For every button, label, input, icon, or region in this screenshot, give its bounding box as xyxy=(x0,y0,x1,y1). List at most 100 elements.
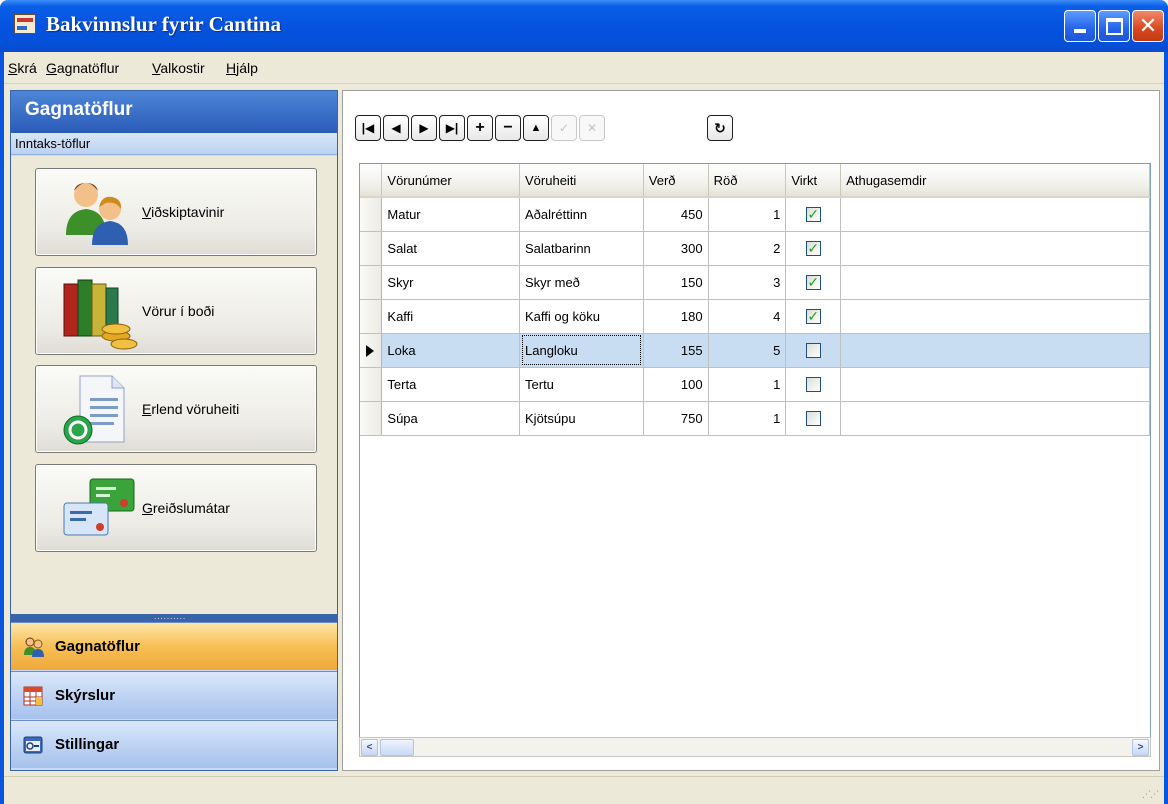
cell-virkt[interactable]: ✓ xyxy=(785,197,842,232)
cell-rod[interactable]: 1 xyxy=(708,197,787,232)
next-record-button[interactable]: ▶ xyxy=(411,115,437,141)
cell-virkt[interactable] xyxy=(785,401,842,436)
virkt-checkbox[interactable] xyxy=(805,343,821,359)
cell-athugasemdir[interactable] xyxy=(840,265,1150,300)
cell-athugasemdir[interactable] xyxy=(840,333,1150,368)
cell-virkt[interactable] xyxy=(785,367,842,402)
cell-rod[interactable]: 4 xyxy=(708,299,787,334)
cell-rod[interactable]: 1 xyxy=(708,367,787,402)
cell-verd[interactable]: 150 xyxy=(643,265,709,300)
cell-vorunumer[interactable]: Skyr xyxy=(381,265,521,300)
table-row[interactable]: Súpa Kjötsúpu 750 1 xyxy=(360,401,1150,436)
nav-tab-gagnatoflur[interactable]: Gagnatöflur xyxy=(11,622,337,670)
cell-voruheiti[interactable]: Kjötsúpu xyxy=(519,401,644,436)
cell-verd[interactable]: 750 xyxy=(643,401,709,436)
scroll-right-button[interactable]: > xyxy=(1132,739,1149,756)
menu-hjalp[interactable]: Hjálp xyxy=(226,60,258,76)
last-record-button[interactable]: ▶| xyxy=(439,115,465,141)
horizontal-scrollbar[interactable]: < > xyxy=(359,737,1151,757)
cell-voruheiti[interactable]: Langloku xyxy=(519,333,644,368)
cell-verd[interactable]: 155 xyxy=(643,333,709,368)
cell-rod[interactable]: 2 xyxy=(708,231,787,266)
row-indicator[interactable] xyxy=(360,401,383,436)
cell-virkt[interactable]: ✓ xyxy=(785,231,842,266)
table-row[interactable]: Terta Tertu 100 1 xyxy=(360,367,1150,402)
row-indicator[interactable] xyxy=(360,299,383,334)
nav-tab-stillingar[interactable]: Stillingar xyxy=(11,720,337,768)
table-row[interactable]: Loka Langloku 155 5 xyxy=(360,333,1150,368)
delete-record-button[interactable]: − xyxy=(495,115,521,141)
scroll-left-button[interactable]: < xyxy=(361,739,378,756)
cell-athugasemdir[interactable] xyxy=(840,231,1150,266)
post-edit-button[interactable]: ✓ xyxy=(551,115,577,141)
foreign-names-button[interactable]: Erlend vöruheiti xyxy=(35,365,317,453)
virkt-checkbox[interactable] xyxy=(805,411,821,427)
row-indicator[interactable] xyxy=(360,231,383,266)
resize-grip[interactable]: ⋰⋰ xyxy=(1142,789,1159,800)
table-row[interactable]: Kaffi Kaffi og köku 180 4 ✓ xyxy=(360,299,1150,334)
virkt-checkbox[interactable] xyxy=(805,377,821,393)
insert-record-button[interactable]: + xyxy=(467,115,493,141)
title-bar[interactable]: Bakvinnslur fyrir Cantina ✕ xyxy=(0,0,1168,52)
row-indicator[interactable] xyxy=(360,333,383,368)
nav-splitter[interactable]: .......... xyxy=(11,613,337,622)
payment-methods-button[interactable]: Greiðslumátar xyxy=(35,464,317,552)
cell-rod[interactable]: 5 xyxy=(708,333,787,368)
menu-skra[interactable]: Skrá xyxy=(8,60,37,76)
cancel-edit-button[interactable]: ✕ xyxy=(579,115,605,141)
customers-button[interactable]: Viðskiptavinir xyxy=(35,168,317,256)
table-row[interactable]: Matur Aðalréttinn 450 1 ✓ xyxy=(360,197,1150,232)
cell-verd[interactable]: 100 xyxy=(643,367,709,402)
prior-record-button[interactable]: ◀ xyxy=(383,115,409,141)
virkt-checkbox[interactable]: ✓ xyxy=(805,275,821,291)
row-indicator[interactable] xyxy=(360,367,383,402)
cell-voruheiti[interactable]: Kaffi og köku xyxy=(519,299,644,334)
products-button[interactable]: Vörur í boði xyxy=(35,267,317,355)
cell-vorunumer[interactable]: Súpa xyxy=(381,401,521,436)
cell-athugasemdir[interactable] xyxy=(840,299,1150,334)
cell-verd[interactable]: 300 xyxy=(643,231,709,266)
cell-virkt[interactable] xyxy=(785,333,842,368)
minimize-button[interactable] xyxy=(1064,10,1096,42)
cell-voruheiti[interactable]: Salatbarinn xyxy=(519,231,644,266)
cell-vorunumer[interactable]: Kaffi xyxy=(381,299,521,334)
cell-virkt[interactable]: ✓ xyxy=(785,265,842,300)
edit-record-button[interactable]: ▲ xyxy=(523,115,549,141)
virkt-checkbox[interactable]: ✓ xyxy=(805,241,821,257)
row-indicator[interactable] xyxy=(360,265,383,300)
cell-athugasemdir[interactable] xyxy=(840,401,1150,436)
cell-vorunumer[interactable]: Terta xyxy=(381,367,521,402)
table-row[interactable]: Skyr Skyr með 150 3 ✓ xyxy=(360,265,1150,300)
cell-voruheiti[interactable]: Skyr með xyxy=(519,265,644,300)
cell-voruheiti[interactable]: Aðalréttinn xyxy=(519,197,644,232)
cell-rod[interactable]: 3 xyxy=(708,265,787,300)
column-header-voruheiti[interactable]: Vöruheiti xyxy=(519,164,644,198)
column-header-virkt[interactable]: Virkt xyxy=(785,164,842,198)
column-header-vorunumer[interactable]: Vörunúmer xyxy=(381,164,521,198)
column-header-verd[interactable]: Verð xyxy=(643,164,709,198)
table-row[interactable]: Salat Salatbarinn 300 2 ✓ xyxy=(360,231,1150,266)
cell-vorunumer[interactable]: Salat xyxy=(381,231,521,266)
products-grid[interactable]: Vörunúmer Vöruheiti Verð Röð Virkt Athug… xyxy=(359,163,1151,739)
virkt-checkbox[interactable]: ✓ xyxy=(805,309,821,325)
cell-virkt[interactable]: ✓ xyxy=(785,299,842,334)
cell-vorunumer[interactable]: Loka xyxy=(381,333,521,368)
scroll-thumb[interactable] xyxy=(380,739,414,756)
app-icon[interactable] xyxy=(14,14,36,34)
row-indicator[interactable] xyxy=(360,197,383,232)
column-header-athugasemdir[interactable]: Athugasemdir xyxy=(840,164,1150,198)
cell-athugasemdir[interactable] xyxy=(840,367,1150,402)
first-record-button[interactable]: |◀ xyxy=(355,115,381,141)
cell-voruheiti[interactable]: Tertu xyxy=(519,367,644,402)
close-button[interactable]: ✕ xyxy=(1132,10,1164,42)
maximize-button[interactable] xyxy=(1098,10,1130,42)
refresh-button[interactable]: ↻ xyxy=(707,115,733,141)
menu-valkostir[interactable]: Valkostir xyxy=(152,60,205,76)
virkt-checkbox[interactable]: ✓ xyxy=(805,207,821,223)
cell-rod[interactable]: 1 xyxy=(708,401,787,436)
menu-gagnatoflur[interactable]: Gagnatöflur xyxy=(46,60,119,76)
cell-verd[interactable]: 180 xyxy=(643,299,709,334)
cell-athugasemdir[interactable] xyxy=(840,197,1150,232)
column-header-rod[interactable]: Röð xyxy=(708,164,787,198)
cell-vorunumer[interactable]: Matur xyxy=(381,197,521,232)
